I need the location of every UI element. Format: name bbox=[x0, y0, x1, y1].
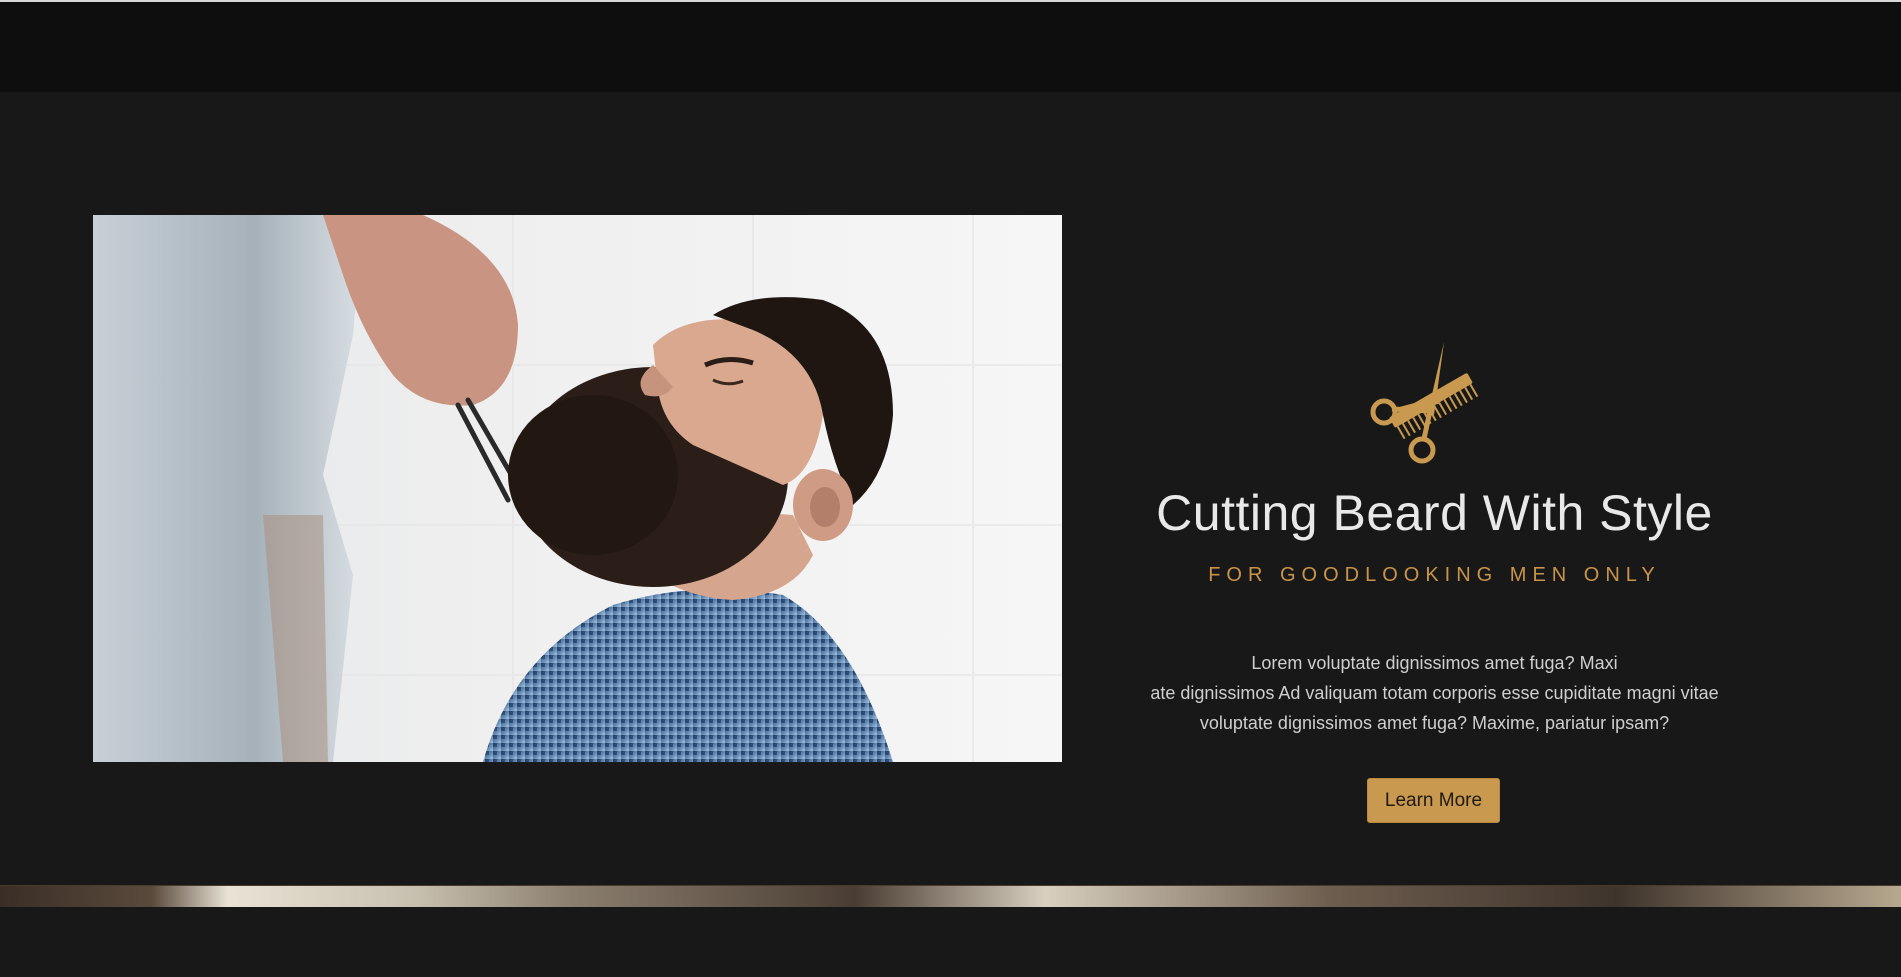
description-line-1: Lorem voluptate dignissimos amet fuga? M… bbox=[1251, 653, 1618, 673]
description-line-3: voluptate dignissimos amet fuga? Maxime,… bbox=[1199, 713, 1670, 733]
barber-beard-image bbox=[93, 215, 1062, 762]
next-section-preview-image bbox=[0, 885, 1901, 907]
learn-more-button[interactable]: Learn More bbox=[1367, 778, 1500, 823]
hero-content: Cutting Beard With Style FOR GOODLOOKING… bbox=[1062, 184, 1807, 977]
hero-description: Lorem voluptate dignissimos amet fuga? M… bbox=[1062, 648, 1807, 738]
description-line-2: ate dignissimos Ad valiquam totam corpor… bbox=[1150, 683, 1719, 703]
hero-photo bbox=[93, 215, 1062, 762]
hero-headline: Cutting Beard With Style bbox=[1156, 485, 1713, 541]
top-navigation-bar bbox=[0, 0, 1901, 92]
hero-tagline: FOR GOODLOOKING MEN ONLY bbox=[1208, 564, 1661, 586]
scissors-comb-icon bbox=[1362, 337, 1502, 467]
hero-section: Cutting Beard With Style FOR GOODLOOKING… bbox=[0, 92, 1901, 885]
